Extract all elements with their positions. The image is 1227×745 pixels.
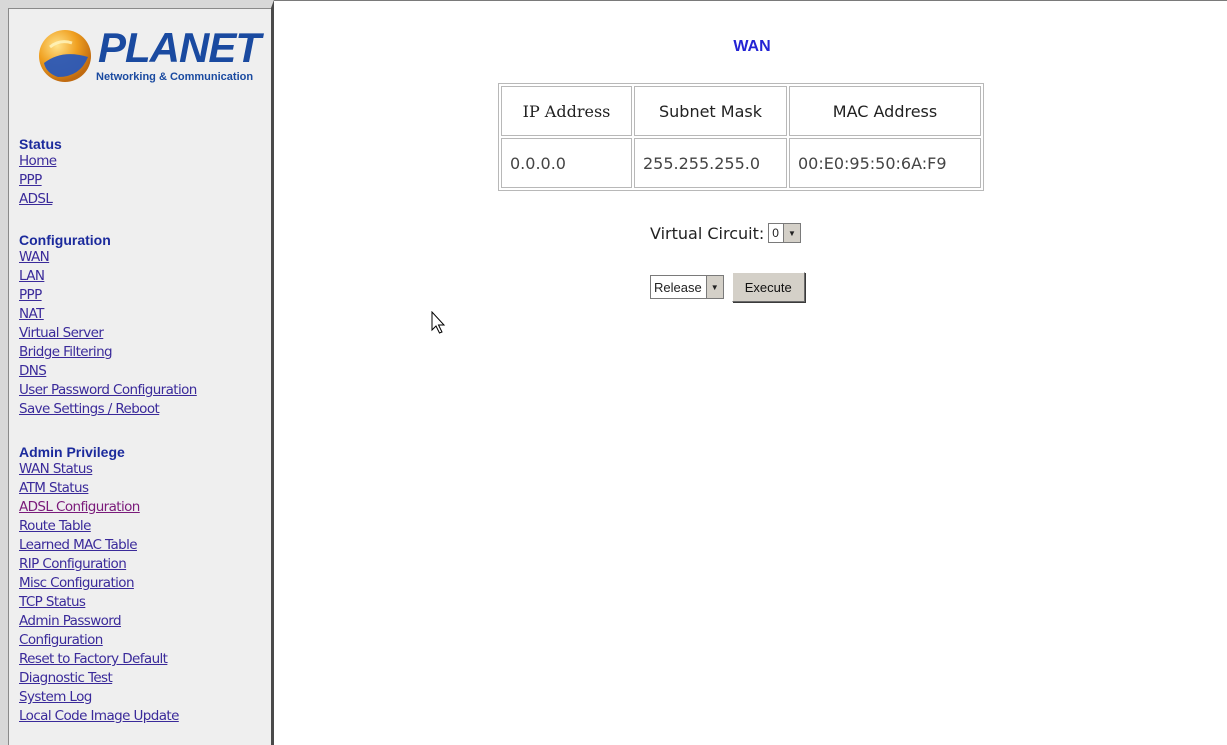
action-row: Release ▼ Execute	[650, 272, 805, 302]
nav-link-misc-configuration[interactable]: Misc Configuration	[19, 574, 179, 593]
nav-link-user-password[interactable]: User Password Configuration	[19, 381, 197, 400]
header-subnet-mask: Subnet Mask	[634, 86, 787, 136]
nav-link-adsl[interactable]: ADSL	[19, 190, 62, 209]
brand-tagline: Networking & Communication	[96, 71, 254, 83]
nav-link-adsl-configuration[interactable]: ADSL Configuration	[19, 498, 179, 517]
nav-link-admin-password[interactable]: Admin Password	[19, 612, 179, 631]
mouse-cursor-icon	[431, 311, 446, 334]
nav-link-atm-status[interactable]: ATM Status	[19, 479, 179, 498]
virtual-circuit-select[interactable]: 0 ▼	[768, 223, 801, 243]
nav-link-diagnostic-test[interactable]: Diagnostic Test	[19, 669, 179, 688]
chevron-down-icon[interactable]: ▼	[705, 276, 723, 298]
nav-link-ppp-status[interactable]: PPP	[19, 171, 62, 190]
nav-link-code-image-update[interactable]: Local Code Image Update	[19, 707, 179, 726]
nav-section-status: Status Home PPP ADSL	[19, 136, 62, 209]
nav-link-dns[interactable]: DNS	[19, 362, 197, 381]
cell-mac-address: 00:E0:95:50:6A:F9	[789, 138, 981, 188]
header-mac-address: MAC Address	[789, 86, 981, 136]
cell-ip-address: 0.0.0.0	[501, 138, 632, 188]
nav-link-route-table[interactable]: Route Table	[19, 517, 179, 536]
chevron-down-icon[interactable]: ▼	[782, 224, 800, 242]
virtual-circuit-row: Virtual Circuit: 0 ▼	[650, 220, 801, 246]
nav-link-tcp-status[interactable]: TCP Status	[19, 593, 179, 612]
nav-link-wan[interactable]: WAN	[19, 248, 197, 267]
nav-link-virtual-server[interactable]: Virtual Server	[19, 324, 197, 343]
nav-link-rip-configuration[interactable]: RIP Configuration	[19, 555, 179, 574]
header-ip-address: IP Address	[501, 86, 632, 136]
brand-name: PLANET	[98, 24, 261, 71]
nav-link-wan-status[interactable]: WAN Status	[19, 460, 179, 479]
nav-link-ppp[interactable]: PPP	[19, 286, 197, 305]
table-header-row: IP Address Subnet Mask MAC Address	[501, 86, 981, 136]
table-row: 0.0.0.0 255.255.255.0 00:E0:95:50:6A:F9	[501, 138, 981, 188]
nav-section-admin: Admin Privilege WAN Status ATM Status AD…	[19, 444, 179, 726]
globe-icon	[39, 30, 91, 82]
nav-link-bridge-filtering[interactable]: Bridge Filtering	[19, 343, 197, 362]
nav-link-reset-factory[interactable]: Reset to Factory Default	[19, 650, 179, 669]
cell-subnet-mask: 255.255.255.0	[634, 138, 787, 188]
nav-link-admin-password-configuration[interactable]: Configuration	[19, 631, 179, 650]
main-content: WAN IP Address Subnet Mask MAC Address 0…	[277, 0, 1227, 745]
action-select-value: Release	[654, 279, 702, 295]
virtual-circuit-value: 0	[772, 226, 779, 240]
virtual-circuit-label: Virtual Circuit:	[650, 223, 765, 243]
nav-link-home[interactable]: Home	[19, 152, 62, 171]
nav-heading-admin: Admin Privilege	[19, 444, 125, 460]
execute-button[interactable]: Execute	[731, 272, 805, 302]
nav-link-system-log[interactable]: System Log	[19, 688, 179, 707]
nav-link-nat[interactable]: NAT	[19, 305, 197, 324]
nav-section-configuration: Configuration WAN LAN PPP NAT Virtual Se…	[19, 232, 197, 419]
nav-link-lan[interactable]: LAN	[19, 267, 197, 286]
action-select[interactable]: Release ▼	[650, 275, 724, 299]
nav-link-save-reboot[interactable]: Save Settings / Reboot	[19, 400, 197, 419]
planet-logo: PLANET Networking & Communication	[34, 21, 264, 91]
page-title: WAN	[733, 38, 771, 55]
nav-link-learned-mac[interactable]: Learned MAC Table	[19, 536, 179, 555]
nav-heading-status: Status	[19, 136, 62, 152]
nav-heading-configuration: Configuration	[19, 232, 111, 248]
wan-info-table: IP Address Subnet Mask MAC Address 0.0.0…	[498, 83, 984, 191]
sidebar: PLANET Networking & Communication Status…	[0, 0, 274, 745]
